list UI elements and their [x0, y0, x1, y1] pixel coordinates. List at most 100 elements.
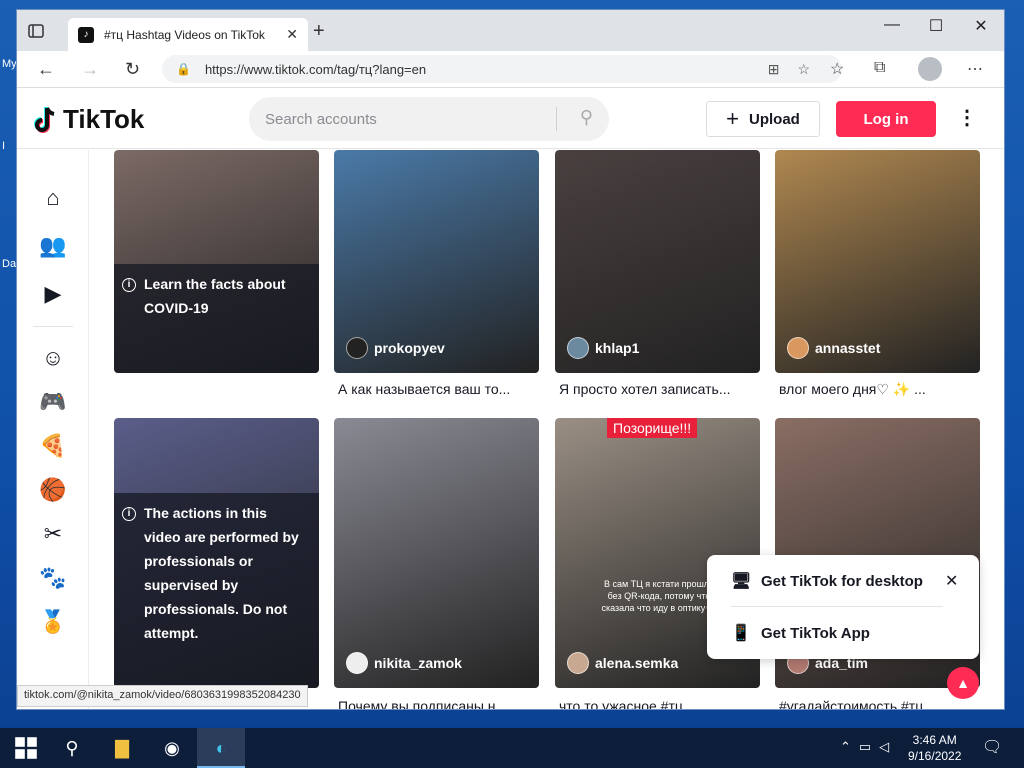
refresh-icon[interactable]: ↻: [125, 59, 140, 80]
notification-icon[interactable]: 🗨: [982, 737, 1002, 757]
forward-icon[interactable]: →: [81, 59, 99, 80]
windows-start-icon[interactable]: [14, 736, 38, 760]
get-app-link[interactable]: 📱 Get TikTok App: [731, 623, 870, 643]
close-popup-icon[interactable]: ✕: [945, 571, 958, 591]
video-thumbnail[interactable]: i Learn the facts about COVID-19: [114, 150, 319, 373]
search-taskbar-icon[interactable]: ⚲: [60, 736, 84, 760]
avatar: [346, 337, 368, 359]
video-card[interactable]: annasstet: [775, 150, 980, 410]
sports-icon[interactable]: 🏀: [39, 476, 67, 504]
clock-date: 9/16/2022: [908, 749, 962, 763]
tiktok-note-icon: [34, 106, 55, 133]
get-app-popup: 🖥 Get TikTok for desktop ✕ 📱 Get TikTok …: [707, 555, 979, 659]
video-caption[interactable]: Почему вы подписаны н...: [338, 698, 543, 709]
back-icon[interactable]: ←: [37, 59, 55, 80]
plus-icon: +: [726, 106, 739, 131]
avatar: [787, 337, 809, 359]
tab-title: #тц Hashtag Videos on TikTok: [104, 27, 265, 42]
video-author[interactable]: alena.semka: [567, 652, 678, 674]
video-thumbnail[interactable]: annasstet: [775, 150, 980, 373]
live-icon[interactable]: ▶: [39, 280, 67, 308]
menu-dots-icon[interactable]: ⋯: [967, 59, 983, 79]
scroll-to-top-button[interactable]: ▲: [947, 667, 979, 699]
home-icon[interactable]: ⌂: [39, 184, 67, 212]
logo-text: TikTok: [63, 104, 145, 134]
comedy-icon[interactable]: ☺: [39, 344, 67, 372]
video-caption[interactable]: влог моего дня♡ ✨ ...: [779, 381, 984, 398]
upload-label: Upload: [749, 110, 800, 128]
video-caption[interactable]: #угадайстоимость #тц...: [779, 698, 984, 709]
app-label: Get TikTok App: [761, 624, 870, 642]
video-card[interactable]: i The actions in this video are performed…: [114, 418, 319, 709]
get-desktop-link[interactable]: 🖥 Get TikTok for desktop: [731, 571, 923, 591]
close-tab-icon[interactable]: ✕: [286, 26, 298, 43]
url-text: https://www.tiktok.com/tag/тц?lang=en: [204, 61, 427, 77]
lock-icon[interactable]: 🔒: [176, 62, 191, 76]
tab-bar: ♪ #тц Hashtag Videos on TikTok ✕ + — ☐ ✕: [17, 10, 1004, 51]
food-icon[interactable]: 🍕: [39, 432, 67, 460]
author-handle: khlap1: [595, 340, 640, 356]
beauty-icon[interactable]: ✂: [39, 520, 67, 548]
animals-icon[interactable]: 🐾: [39, 564, 67, 592]
chrome-icon[interactable]: ◉: [160, 736, 184, 760]
video-caption[interactable]: Я просто хотел записать...: [559, 381, 764, 397]
clock-time: 3:46 AM: [912, 733, 957, 747]
profile-avatar-icon[interactable]: [918, 57, 942, 81]
desktop-icon-label[interactable]: I: [2, 140, 5, 152]
address-bar: ← → ↻ 🔒 https://www.tiktok.com/tag/тц?la…: [17, 51, 1004, 88]
tiktok-favicon-icon: ♪: [78, 26, 94, 43]
address-actions-icons[interactable]: ⊞☆: [768, 61, 828, 78]
system-tray-icons[interactable]: ⌃▭◁: [840, 739, 897, 755]
following-icon[interactable]: 👥: [39, 232, 67, 260]
video-card[interactable]: nikita_zamok: [334, 418, 539, 709]
maximize-icon[interactable]: ☐: [913, 16, 959, 36]
info-notice[interactable]: i The actions in this video are performed…: [114, 493, 319, 688]
video-card[interactable]: prokopyev: [334, 150, 539, 410]
info-notice[interactable]: i Learn the facts about COVID-19: [114, 264, 319, 373]
video-caption[interactable]: что то ужасное #тц...: [559, 698, 764, 709]
more-options-icon[interactable]: ⋮: [957, 105, 977, 130]
collections-icon[interactable]: ⧉: [874, 59, 885, 77]
info-icon: i: [122, 507, 136, 521]
video-card[interactable]: khlap1: [555, 150, 760, 410]
taskbar-clock[interactable]: 3:46 AM 9/16/2022: [908, 732, 961, 764]
overlay-badge: Позорище!!!: [607, 418, 698, 438]
video-thumbnail[interactable]: prokopyev: [334, 150, 539, 373]
tiktok-logo[interactable]: TikTok: [33, 104, 144, 135]
file-explorer-icon[interactable]: ▇: [110, 736, 134, 760]
new-tab-icon[interactable]: +: [313, 21, 325, 41]
author-handle: prokopyev: [374, 340, 445, 356]
search-placeholder: Search accounts: [265, 110, 377, 128]
browser-window: ♪ #тц Hashtag Videos on TikTok ✕ + — ☐ ✕…: [17, 10, 1004, 709]
author-handle: annasstet: [815, 340, 881, 356]
edge-icon[interactable]: ◐: [209, 736, 233, 760]
video-thumbnail[interactable]: nikita_zamok: [334, 418, 539, 688]
minimize-icon[interactable]: —: [869, 16, 915, 34]
video-card[interactable]: i Learn the facts about COVID-19: [114, 150, 319, 410]
search-icon[interactable]: ⚲: [580, 107, 593, 128]
video-thumbnail[interactable]: khlap1: [555, 150, 760, 373]
upload-button[interactable]: + Upload: [706, 101, 820, 137]
achievement-icon[interactable]: 🏅: [39, 608, 67, 636]
search-input[interactable]: Search accounts ⚲: [249, 97, 609, 141]
video-caption[interactable]: А как называется ваш то...: [338, 381, 543, 397]
desktop-icon-label[interactable]: My: [2, 58, 17, 70]
video-author[interactable]: khlap1: [567, 337, 639, 359]
url-field[interactable]: 🔒 https://www.tiktok.com/tag/тц?lang=en …: [162, 55, 842, 83]
video-thumbnail[interactable]: i The actions in this video are performed…: [114, 418, 319, 688]
tab-actions-icon[interactable]: [27, 22, 45, 40]
close-window-icon[interactable]: ✕: [958, 16, 1004, 36]
login-button[interactable]: Log in: [836, 101, 936, 137]
taskbar: ⚲ ▇ ◉ ◐ ⌃▭◁ 3:46 AM 9/16/2022 🗨: [0, 728, 1024, 768]
video-author[interactable]: prokopyev: [346, 337, 445, 359]
desktop-icon-label[interactable]: Da: [2, 258, 16, 270]
video-author[interactable]: nikita_zamok: [346, 652, 462, 674]
video-author[interactable]: annasstet: [787, 337, 880, 359]
phone-icon: 📱: [731, 625, 751, 642]
tab-active[interactable]: ♪ #тц Hashtag Videos on TikTok ✕: [68, 18, 308, 51]
monitor-icon: 🖥: [731, 573, 752, 590]
tiktok-header: TikTok Search accounts ⚲ + Upload Log in…: [17, 89, 1004, 149]
favorites-icon[interactable]: ☆: [830, 59, 844, 79]
gaming-icon[interactable]: 🎮: [39, 388, 67, 416]
notice-text: The actions in this video are performed …: [144, 505, 299, 641]
